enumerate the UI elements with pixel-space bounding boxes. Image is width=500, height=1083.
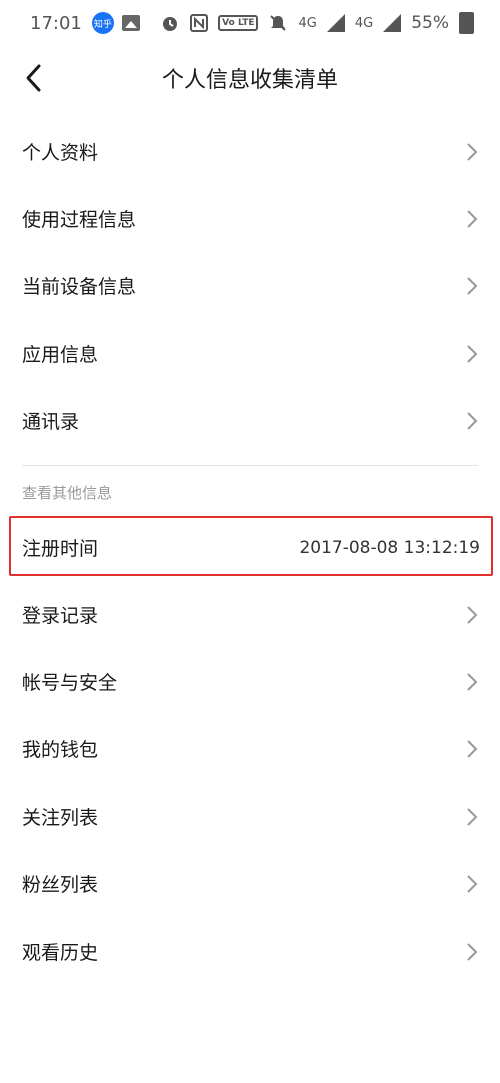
list-item-label: 个人资料 bbox=[22, 142, 99, 164]
list-item-followers[interactable]: 粉丝列表 bbox=[0, 850, 500, 917]
list-item-usage-info[interactable]: 使用过程信息 bbox=[0, 185, 500, 252]
chevron-right-icon bbox=[464, 409, 480, 433]
chevron-right-icon bbox=[464, 805, 480, 829]
chevron-right-icon bbox=[464, 274, 480, 298]
list-item-app-info[interactable]: 应用信息 bbox=[0, 320, 500, 387]
list-item-label: 使用过程信息 bbox=[22, 209, 137, 231]
chevron-right-icon bbox=[464, 603, 480, 627]
list-item-label: 观看历史 bbox=[22, 942, 99, 964]
signal-icon-2 bbox=[383, 14, 402, 32]
list-item-personal-profile[interactable]: 个人资料 bbox=[0, 118, 500, 185]
list-item-label: 关注列表 bbox=[22, 807, 99, 829]
status-bar: 17:01 知乎 Vo LTE 4G 4G 55% bbox=[0, 0, 500, 46]
list-item-label: 我的钱包 bbox=[22, 739, 99, 761]
status-time: 17:01 bbox=[30, 12, 82, 34]
list-item-label: 登录记录 bbox=[22, 605, 99, 627]
battery-icon bbox=[459, 12, 474, 34]
highlight-box bbox=[9, 516, 493, 576]
mute-icon bbox=[268, 13, 288, 33]
volte-icon: Vo LTE bbox=[218, 15, 259, 31]
chevron-right-icon bbox=[464, 342, 480, 366]
list-item-label: 通讯录 bbox=[22, 411, 80, 433]
network-4g-label-1: 4G bbox=[298, 15, 317, 31]
network-4g-label-2: 4G bbox=[354, 15, 374, 31]
chevron-right-icon bbox=[464, 872, 480, 896]
page-title: 个人信息收集清单 bbox=[161, 68, 338, 93]
list-item-label: 应用信息 bbox=[22, 344, 99, 366]
list-item-label: 当前设备信息 bbox=[22, 276, 137, 298]
chevron-right-icon bbox=[464, 207, 480, 231]
nfc-icon bbox=[190, 14, 209, 32]
signal-icon bbox=[326, 14, 345, 32]
alarm-icon bbox=[160, 13, 180, 33]
list-item-label: 帐号与安全 bbox=[22, 672, 118, 694]
list-item-following[interactable]: 关注列表 bbox=[0, 783, 500, 850]
list-item-contacts[interactable]: 通讯录 bbox=[0, 387, 500, 454]
list-item-login-records[interactable]: 登录记录 bbox=[0, 581, 500, 648]
zhihu-app-icon: 知乎 bbox=[91, 12, 114, 34]
chevron-right-icon bbox=[464, 737, 480, 761]
chevron-right-icon bbox=[464, 940, 480, 964]
list-item-device-info[interactable]: 当前设备信息 bbox=[0, 252, 500, 319]
battery-percent: 55% bbox=[411, 13, 449, 33]
section-divider bbox=[22, 465, 478, 466]
list-item-label: 粉丝列表 bbox=[22, 874, 99, 896]
status-icons: Vo LTE 4G 4G 55% bbox=[160, 12, 474, 34]
section-header: 查看其他信息 bbox=[22, 484, 113, 502]
list-item-wallet[interactable]: 我的钱包 bbox=[0, 715, 500, 782]
list-item-watch-history[interactable]: 观看历史 bbox=[0, 918, 500, 985]
chevron-right-icon bbox=[464, 670, 480, 694]
chevron-right-icon bbox=[464, 140, 480, 164]
header: 个人信息收集清单 bbox=[0, 46, 500, 108]
list-item-account-security[interactable]: 帐号与安全 bbox=[0, 648, 500, 715]
image-notification-icon bbox=[121, 15, 140, 31]
